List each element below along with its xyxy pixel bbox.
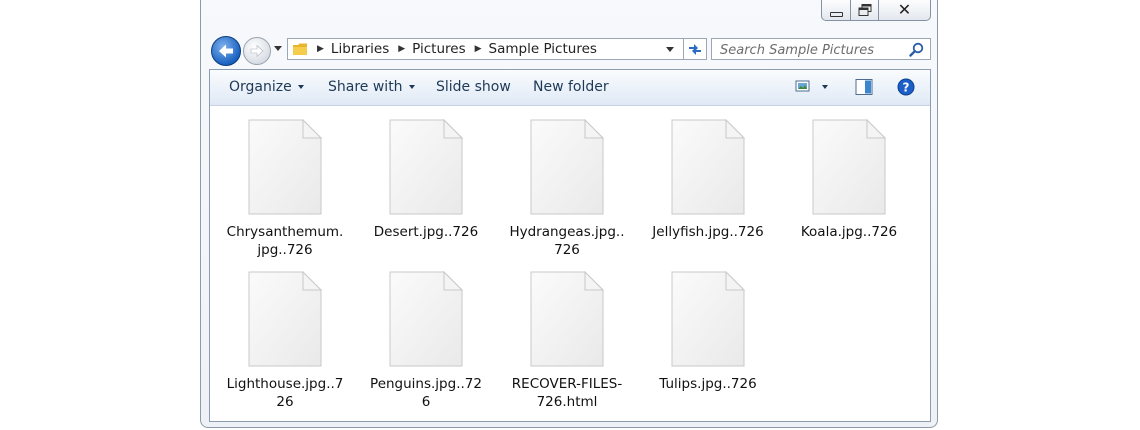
- address-bar[interactable]: ▶ Libraries ▶ Pictures ▶ Sample Pictures: [287, 38, 707, 60]
- file-item[interactable]: Tulips.jpg..726: [643, 271, 773, 393]
- file-name: Jellyfish.jpg..726: [652, 224, 764, 240]
- file-name: RECOVER-FILES-726.html: [511, 376, 623, 410]
- file-item[interactable]: Penguins.jpg..726: [361, 271, 491, 411]
- blank-file-icon: [248, 119, 323, 215]
- refresh-icon: [689, 44, 701, 55]
- file-name: Hydrangeas.jpg..726: [509, 224, 625, 258]
- breadcrumb-sample-pictures[interactable]: Sample Pictures: [489, 41, 597, 57]
- help-icon: ?: [897, 78, 915, 96]
- share-with-button[interactable]: Share with: [328, 79, 415, 95]
- refresh-button[interactable]: [683, 38, 707, 60]
- share-with-label: Share with: [328, 79, 403, 95]
- close-button[interactable]: ✕: [879, 0, 931, 21]
- minimize-icon: [829, 11, 843, 17]
- back-button[interactable]: [211, 36, 241, 66]
- file-name: Tulips.jpg..726: [659, 376, 757, 392]
- folder-icon: [293, 43, 307, 55]
- slide-show-label: Slide show: [436, 79, 511, 95]
- restore-icon: [858, 4, 871, 16]
- caret-down-icon: [822, 85, 828, 89]
- content-frame: Organize Share with Slide show New folde…: [209, 69, 931, 422]
- caret-down-icon: [297, 85, 304, 89]
- organize-button[interactable]: Organize: [229, 79, 304, 95]
- blank-file-icon: [530, 271, 605, 367]
- organize-label: Organize: [229, 79, 292, 95]
- search-input[interactable]: [712, 40, 910, 61]
- preview-pane-button[interactable]: [855, 78, 873, 100]
- close-icon: ✕: [897, 0, 912, 19]
- preview-pane-icon: [855, 79, 873, 95]
- help-button[interactable]: ?: [897, 78, 915, 100]
- svg-text:?: ?: [903, 81, 910, 95]
- forward-button[interactable]: [243, 37, 271, 65]
- explorer-window: ✕ ▶ Libraries ▶ Pictures ▶ Sample Pictur…: [200, 0, 938, 428]
- file-item[interactable]: Koala.jpg..726: [784, 119, 914, 241]
- breadcrumb-separator[interactable]: ▶: [317, 44, 324, 54]
- command-bar: Organize Share with Slide show New folde…: [210, 70, 930, 106]
- arrow-right-icon: [250, 44, 264, 58]
- maximize-button[interactable]: [851, 0, 879, 21]
- breadcrumb-separator[interactable]: ▶: [398, 44, 405, 54]
- file-item[interactable]: Desert.jpg..726: [361, 119, 491, 241]
- arrow-left-icon: [219, 44, 233, 58]
- breadcrumb-pictures[interactable]: Pictures: [412, 41, 465, 57]
- breadcrumb-separator[interactable]: ▶: [475, 44, 482, 54]
- blank-file-icon: [248, 271, 323, 367]
- caption-buttons: ✕: [821, 0, 931, 21]
- breadcrumb-label: Sample Pictures: [488, 41, 597, 57]
- file-item[interactable]: Hydrangeas.jpg..726: [502, 119, 632, 259]
- address-dropdown-icon[interactable]: [666, 47, 674, 52]
- view-icon: [795, 80, 810, 92]
- blank-file-icon: [530, 119, 605, 215]
- file-name: Penguins.jpg..726: [370, 376, 482, 410]
- file-item[interactable]: Chrysanthemum.jpg..726: [220, 119, 350, 259]
- view-options-dropdown[interactable]: [822, 85, 828, 89]
- breadcrumb-label: Pictures: [412, 41, 466, 57]
- file-item[interactable]: Lighthouse.jpg..726: [220, 271, 350, 411]
- caret-down-icon: [408, 85, 415, 89]
- new-folder-label: New folder: [533, 79, 609, 95]
- minimize-button[interactable]: [821, 0, 851, 21]
- blank-file-icon: [389, 271, 464, 367]
- file-name: Chrysanthemum.jpg..726: [226, 224, 344, 258]
- file-item[interactable]: RECOVER-FILES-726.html: [502, 271, 632, 411]
- file-name: Koala.jpg..726: [800, 224, 898, 240]
- change-view-button[interactable]: [795, 78, 811, 98]
- blank-file-icon: [389, 119, 464, 215]
- file-name: Desert.jpg..726: [373, 224, 479, 240]
- file-name: Lighthouse.jpg..726: [226, 376, 344, 410]
- file-item[interactable]: Jellyfish.jpg..726: [643, 119, 773, 241]
- slide-show-button[interactable]: Slide show: [436, 79, 511, 95]
- blank-file-icon: [671, 271, 746, 367]
- search-box[interactable]: [711, 38, 931, 61]
- blank-file-icon: [671, 119, 746, 215]
- file-grid: Chrysanthemum.jpg..726 Desert.jpg..726 H…: [210, 106, 930, 422]
- blank-file-icon: [812, 119, 887, 215]
- breadcrumb-label: Libraries: [330, 41, 390, 57]
- new-folder-button[interactable]: New folder: [533, 79, 609, 95]
- search-icon[interactable]: [909, 42, 924, 57]
- breadcrumb-libraries[interactable]: Libraries: [331, 41, 389, 57]
- recent-pages-dropdown[interactable]: [274, 46, 282, 51]
